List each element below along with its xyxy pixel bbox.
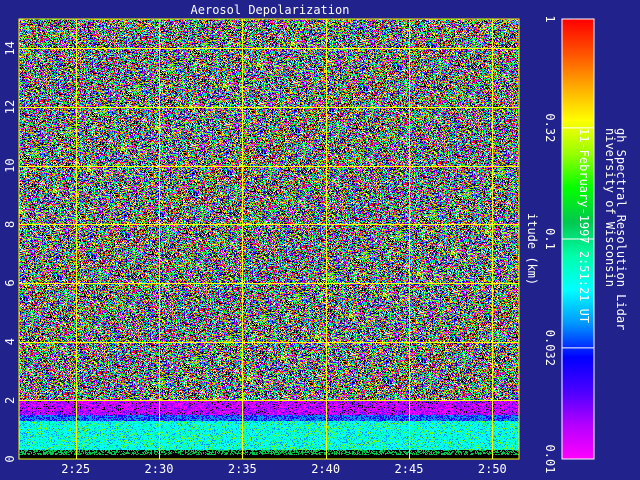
y-tick-label: 0	[3, 455, 17, 462]
colorbar-tick-label: 0.01	[543, 445, 557, 474]
instrument-text: gh Spectral Resolution Lidar	[614, 128, 628, 330]
y-axis-ticks: 0 2 4 6 8 10 12 14	[3, 41, 17, 463]
x-tick-label: 2:25	[61, 462, 90, 476]
y-tick-label: 6	[3, 279, 17, 286]
x-axis-ticks: 2:25 2:30 2:35 2:40 2:45 2:50	[61, 462, 507, 476]
y-tick-label: 8	[3, 221, 17, 228]
y-tick-label: 10	[3, 158, 17, 172]
y-axis-label: itude (km)	[525, 213, 539, 285]
x-tick-label: 2:40	[311, 462, 340, 476]
x-tick-label: 2:50	[478, 462, 507, 476]
colorbar-tick-label: 0.32	[543, 113, 557, 142]
grid-lines	[18, 18, 520, 460]
y-tick-label: 2	[3, 397, 17, 404]
colorbar-tick-label: 1	[543, 15, 557, 22]
chart-title: Aerosol Depolarization	[191, 3, 350, 17]
y-tick-label: 4	[3, 338, 17, 345]
y-tick-label: 12	[3, 100, 17, 114]
colorbar-tick-label: 0.032	[543, 330, 557, 366]
lidar-depolarization-plot: Aerosol Depolarization 2:25 2:30 2:35 2:40 2…	[0, 0, 640, 480]
x-tick-label: 2:45	[395, 462, 424, 476]
timestamp-text: 11-February-1997 2:51:21 UT	[577, 128, 591, 323]
x-tick-label: 2:30	[145, 462, 174, 476]
plot-frame	[18, 18, 520, 460]
y-tick-label: 14	[3, 41, 17, 55]
x-tick-label: 2:35	[228, 462, 257, 476]
chart-overlay: Aerosol Depolarization 2:25 2:30 2:35 2:40 2…	[3, 3, 628, 476]
colorbar-tick-label: 0.1	[543, 228, 557, 250]
